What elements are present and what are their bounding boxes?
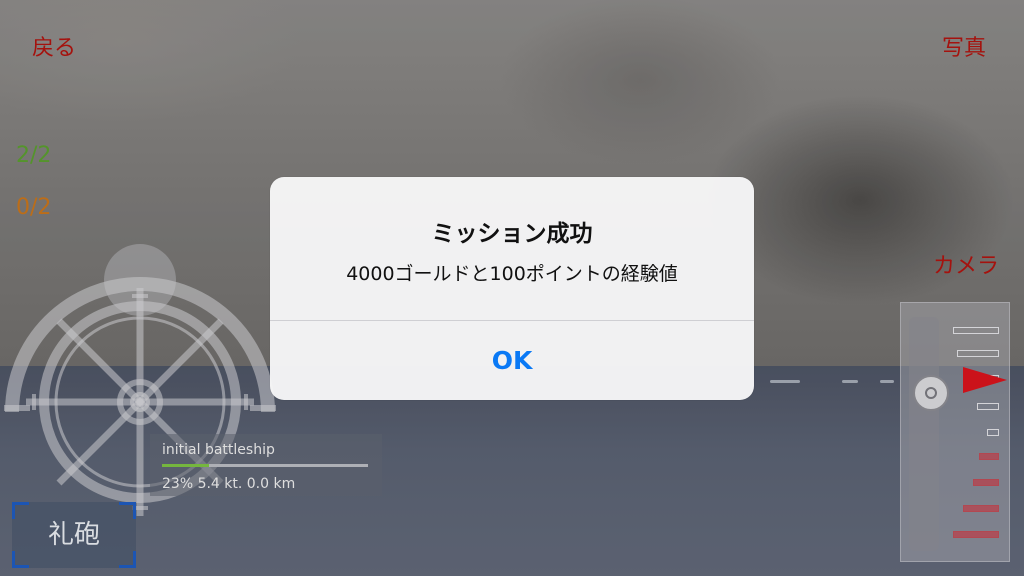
dialog-title: ミッション成功 <box>431 221 593 247</box>
mission-success-dialog: ミッション成功 4000ゴールドと100ポイントの経験値 OK <box>270 177 754 400</box>
dialog-message: 4000ゴールドと100ポイントの経験値 <box>346 263 678 285</box>
ok-button[interactable]: OK <box>270 321 754 400</box>
